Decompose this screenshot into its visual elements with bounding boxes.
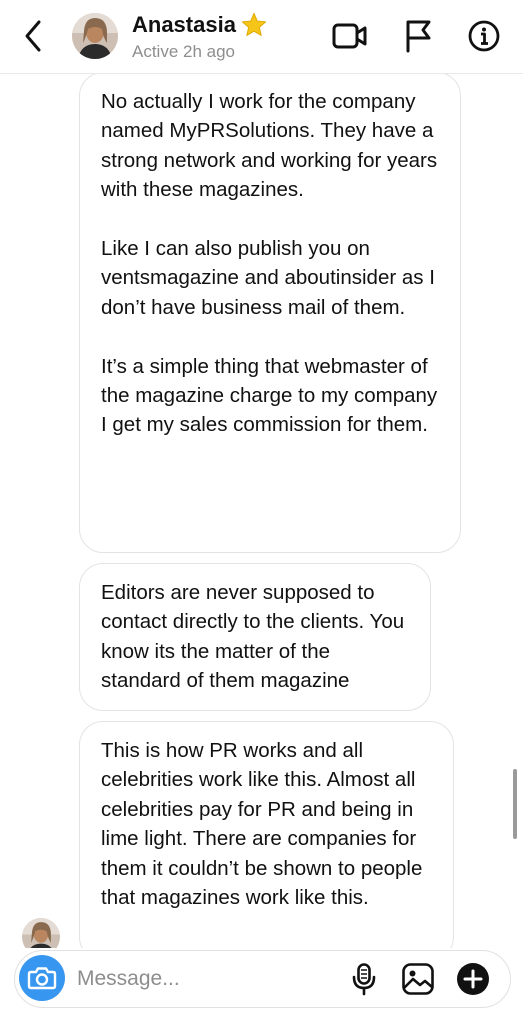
message-bubble[interactable]: This is how PR works and all celebrities… (79, 721, 454, 948)
video-camera-icon (332, 23, 367, 49)
info-icon (468, 20, 500, 52)
contact-name-row[interactable]: Anastasia (132, 11, 268, 39)
message-bubble[interactable]: Editors are never supposed to contact di… (79, 563, 431, 711)
message-input[interactable] (77, 963, 337, 995)
scrollbar[interactable] (513, 769, 517, 839)
back-button[interactable] (18, 18, 48, 54)
message-thread[interactable]: No actually I work for the company named… (0, 74, 523, 948)
camera-icon (27, 967, 57, 990)
chat-header: Anastasia Active 2h ago (0, 0, 523, 74)
message-paragraph: This is how PR works and all celebrities… (101, 739, 423, 910)
microphone-icon (352, 963, 376, 996)
message-paragraph: It’s a simple thing that webmaster of th… (101, 354, 438, 437)
info-button[interactable] (465, 17, 503, 55)
message-bubble[interactable]: No actually I work for the company named… (79, 74, 461, 553)
message-paragraph: Editors are never supposed to contact di… (101, 581, 405, 693)
contact-avatar[interactable] (72, 13, 118, 59)
gallery-button[interactable] (400, 961, 436, 997)
sender-avatar[interactable] (22, 918, 60, 948)
contact-status: Active 2h ago (132, 42, 236, 61)
more-options-button[interactable] (455, 961, 491, 997)
message-paragraph: Like I can also publish you on ventsmaga… (101, 237, 435, 319)
video-call-button[interactable] (331, 17, 369, 55)
camera-button[interactable] (19, 955, 65, 1001)
image-gallery-icon (402, 963, 434, 995)
contact-name: Anastasia (132, 12, 236, 37)
report-button[interactable] (399, 17, 437, 55)
flag-icon (406, 20, 431, 53)
star-icon (241, 12, 267, 36)
plus-icon (457, 963, 489, 995)
chevron-left-icon (25, 20, 41, 52)
message-paragraph: No actually I work for the company named… (101, 90, 438, 202)
message-composer (14, 950, 511, 1008)
voice-message-button[interactable] (346, 961, 382, 997)
